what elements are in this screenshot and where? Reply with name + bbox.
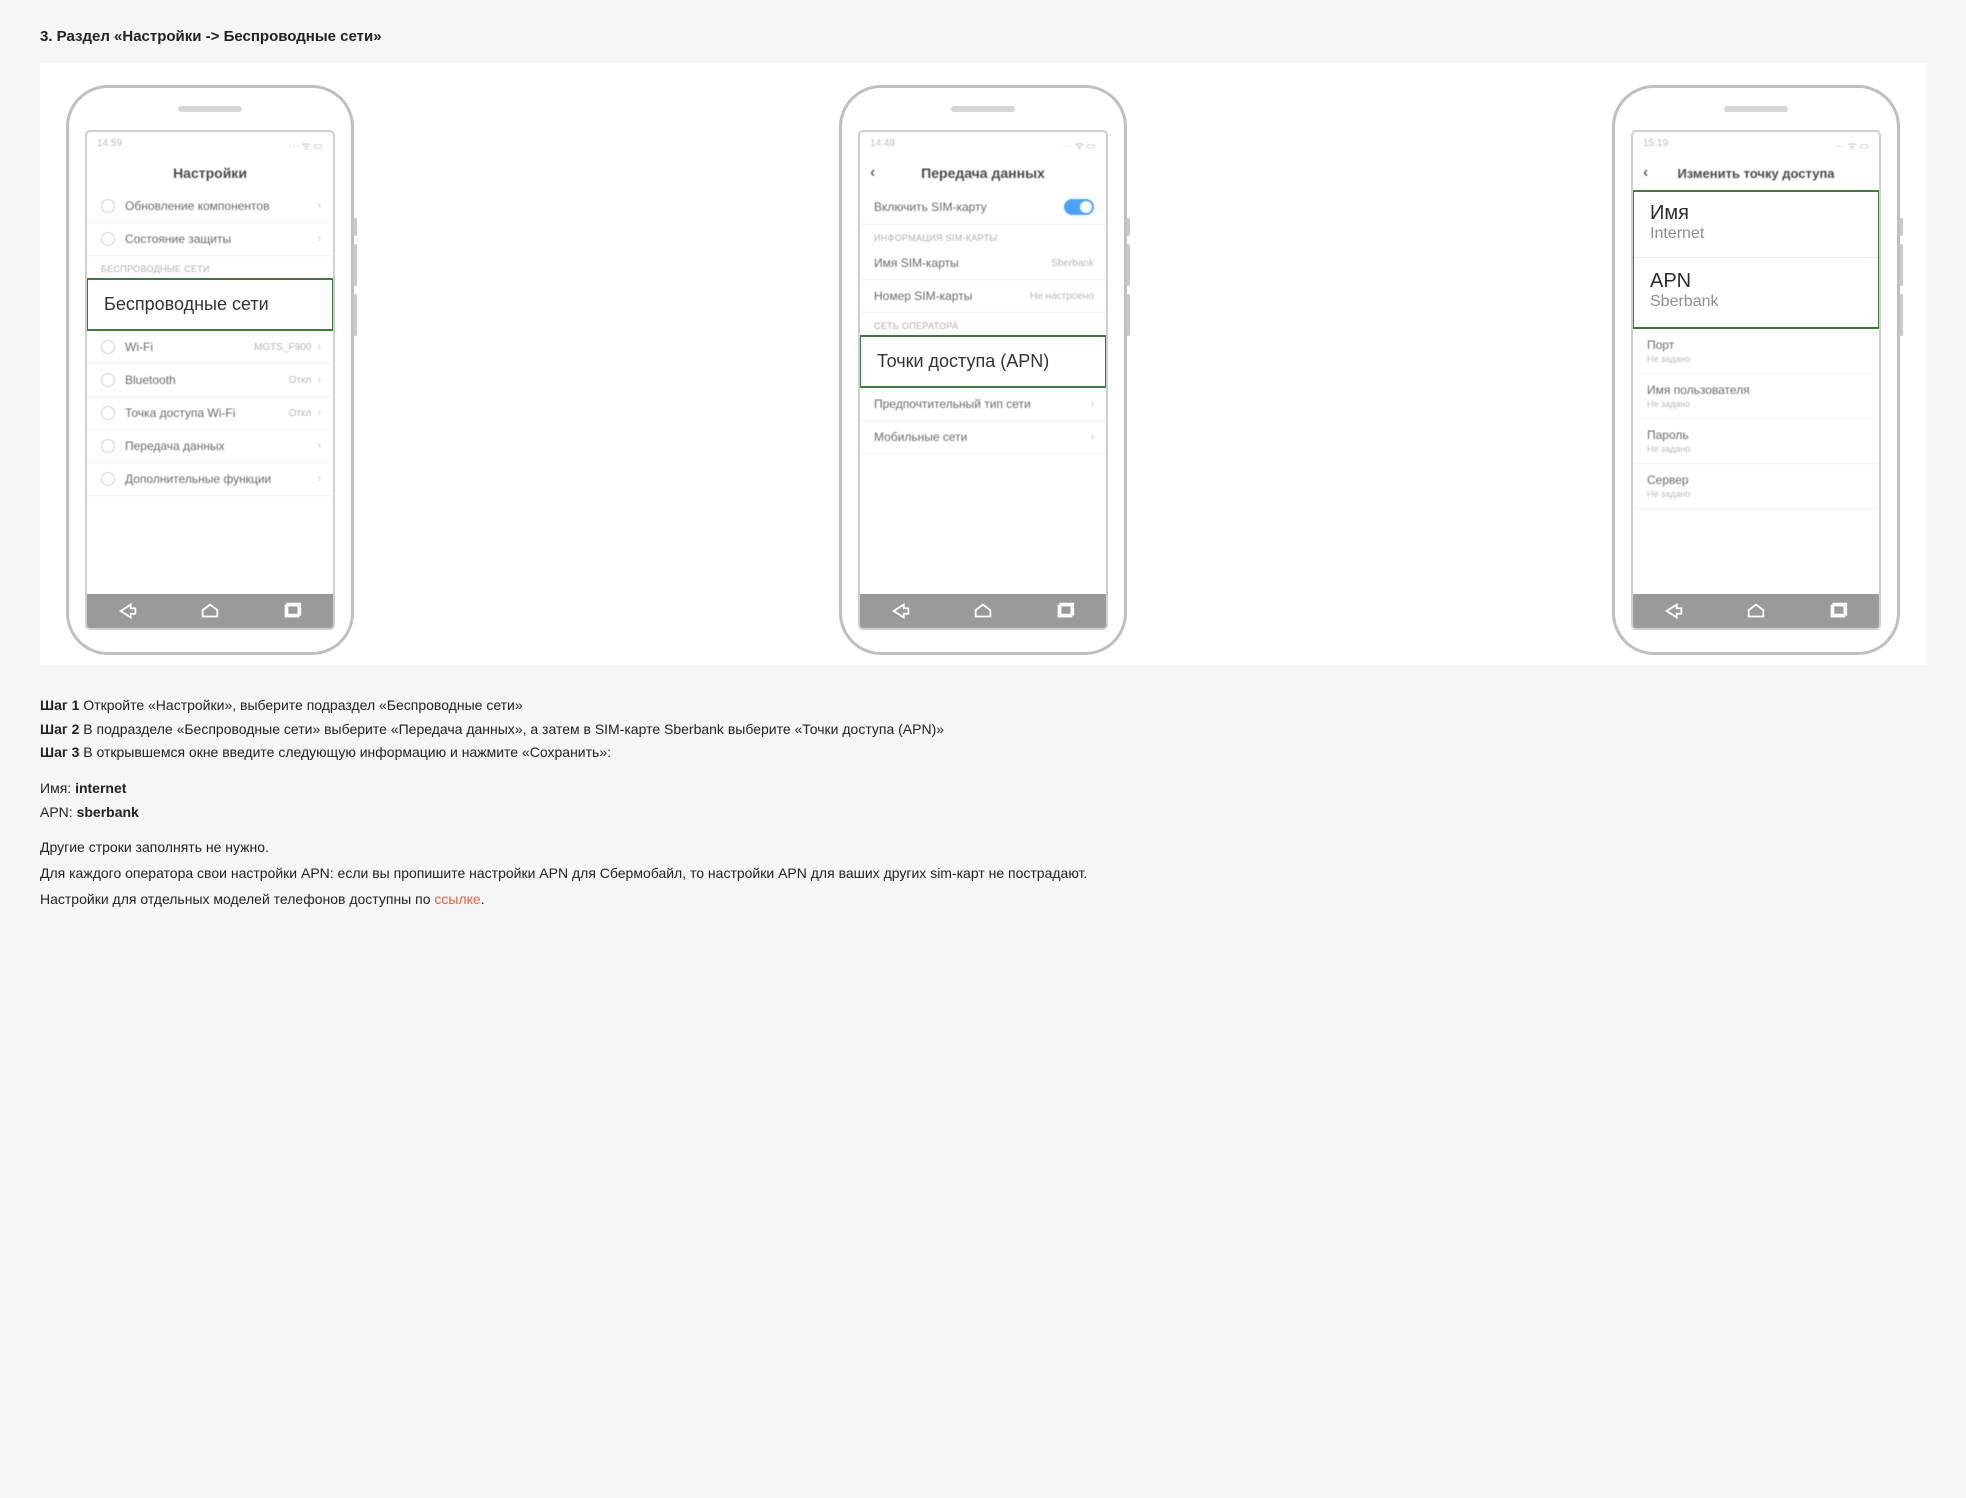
highlight-apn[interactable]: Точки доступа (APN): [859, 335, 1107, 388]
home-icon[interactable]: [1745, 600, 1767, 622]
recent-icon[interactable]: [281, 600, 303, 622]
row-update[interactable]: Обновление компонентов›: [87, 190, 333, 223]
step-2: Шаг 2 В подразделе «Беспроводные сети» в…: [40, 719, 1220, 741]
section-siminfo-label: ИНФОРМАЦИЯ SIM-КАРТЫ: [860, 225, 1106, 247]
screen-title: ‹ Изменить точку доступа: [1633, 156, 1879, 190]
row-port[interactable]: ПортНе задано: [1633, 329, 1879, 374]
back-chevron-icon[interactable]: ‹: [870, 164, 875, 182]
android-nav-bar: [87, 594, 333, 628]
row-username[interactable]: Имя пользователяНе задано: [1633, 374, 1879, 419]
models-link[interactable]: ссылке: [434, 891, 480, 907]
section-wireless-label: БЕСПРОВОДНЫЕ СЕТИ: [87, 256, 333, 278]
row-more[interactable]: Дополнительные функции›: [87, 463, 333, 496]
section-heading: 3. Раздел «Настройки -> Беспроводные сет…: [40, 28, 1926, 45]
row-server[interactable]: СерверНе задано: [1633, 464, 1879, 509]
home-icon[interactable]: [972, 600, 994, 622]
row-security[interactable]: Состояние защиты›: [87, 223, 333, 256]
back-icon[interactable]: [890, 600, 912, 622]
highlight-wireless[interactable]: Беспроводные сети: [86, 278, 334, 331]
recent-icon[interactable]: [1054, 600, 1076, 622]
status-time: 14:48: [870, 138, 895, 152]
back-chevron-icon[interactable]: ‹: [1643, 164, 1648, 182]
status-icons: ⋯ ᯤ ▭: [289, 138, 323, 152]
status-time: 14:59: [97, 138, 122, 152]
status-bar: 14:48 ⋯ ᯤ ▭: [860, 132, 1106, 156]
home-icon[interactable]: [199, 600, 221, 622]
screen-title: Настройки: [87, 156, 333, 190]
field-name-value[interactable]: Internet: [1634, 225, 1878, 251]
back-icon[interactable]: [1663, 600, 1685, 622]
android-nav-bar: [860, 594, 1106, 628]
row-hotspot[interactable]: Точка доступа Wi-FiОткл›: [87, 397, 333, 430]
field-apn-label: APN: [1634, 264, 1878, 293]
step-3: Шаг 3 В открывшемся окне введите следующ…: [40, 742, 1220, 764]
value-apn: APN: sberbank: [40, 802, 1220, 824]
note-other-rows: Другие строки заполнять не нужно.: [40, 837, 1220, 859]
instructions-block: Шаг 1 Откройте «Настройки», выберите под…: [40, 695, 1220, 911]
row-mobile-net[interactable]: Мобильные сети›: [860, 421, 1106, 454]
row-sim-toggle[interactable]: Включить SIM-карту: [860, 190, 1106, 225]
status-icons: ⋯ ᯤ ▭: [1062, 138, 1096, 152]
field-apn-value[interactable]: Sberbank: [1634, 293, 1878, 319]
highlight-apn-fields: Имя Internet APN Sberbank: [1632, 190, 1880, 329]
back-icon[interactable]: [117, 600, 139, 622]
screen-title: ‹ Передача данных: [860, 156, 1106, 190]
highlight-wireless-text: Беспроводные сети: [88, 280, 332, 329]
phone-mockup-1: 14:59 ⋯ ᯤ ▭ Настройки Обновление компоне…: [66, 85, 354, 655]
row-password[interactable]: ПарольНе задано: [1633, 419, 1879, 464]
note-link: Настройки для отдельных моделей телефоно…: [40, 889, 1220, 911]
phone-mockup-2: 14:48 ⋯ ᯤ ▭ ‹ Передача данных Включить S…: [839, 85, 1127, 655]
status-icons: ⋯ ᯤ ▭: [1835, 138, 1869, 152]
phones-row: 14:59 ⋯ ᯤ ▭ Настройки Обновление компоне…: [40, 63, 1926, 665]
value-name: Имя: internet: [40, 778, 1220, 800]
row-wifi[interactable]: Wi-FiMGTS_F900›: [87, 331, 333, 364]
row-sim-name[interactable]: Имя SIM-картыSberbank: [860, 247, 1106, 280]
android-nav-bar: [1633, 594, 1879, 628]
row-data[interactable]: Передача данных›: [87, 430, 333, 463]
status-bar: 15:19 ⋯ ᯤ ▭: [1633, 132, 1879, 156]
section-operator-label: СЕТЬ ОПЕРАТОРА: [860, 313, 1106, 335]
recent-icon[interactable]: [1827, 600, 1849, 622]
field-name-label: Имя: [1634, 196, 1878, 225]
status-time: 15:19: [1643, 138, 1668, 152]
toggle-on-icon[interactable]: [1064, 199, 1094, 215]
row-sim-number[interactable]: Номер SIM-картыНе настроено: [860, 280, 1106, 313]
note-operators: Для каждого оператора свои настройки APN…: [40, 863, 1220, 885]
step-1: Шаг 1 Откройте «Настройки», выберите под…: [40, 695, 1220, 717]
row-bluetooth[interactable]: BluetoothОткл›: [87, 364, 333, 397]
highlight-apn-text: Точки доступа (APN): [861, 337, 1105, 386]
status-bar: 14:59 ⋯ ᯤ ▭: [87, 132, 333, 156]
row-pref-network[interactable]: Предпочтительный тип сети›: [860, 388, 1106, 421]
phone-mockup-3: 15:19 ⋯ ᯤ ▭ ‹ Изменить точку доступа Имя…: [1612, 85, 1900, 655]
